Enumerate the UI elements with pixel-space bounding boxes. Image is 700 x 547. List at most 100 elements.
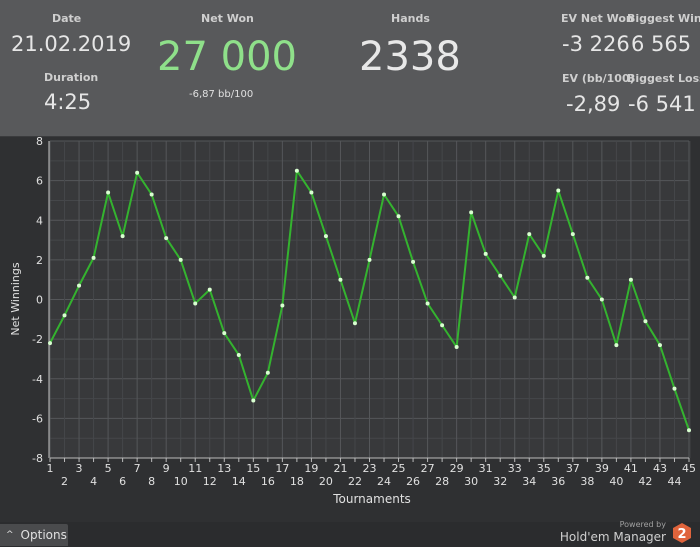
data-point: [570, 232, 575, 237]
y-tick-label: 0: [36, 294, 43, 307]
data-point: [425, 301, 430, 306]
x-tick-label: 36: [551, 475, 565, 488]
data-point: [527, 232, 532, 237]
x-tick-label: 7: [134, 462, 141, 475]
biggest-win-label: Biggest Win: [627, 12, 700, 25]
hands-value: 2338: [359, 34, 461, 80]
data-point: [614, 343, 619, 348]
x-tick-label: 2: [61, 475, 68, 488]
data-point: [294, 168, 299, 173]
data-point: [498, 273, 503, 278]
x-tick-label: 19: [304, 462, 318, 475]
x-tick-label: 6: [119, 475, 126, 488]
x-tick-label: 5: [105, 462, 112, 475]
y-axis-title: Net Winnings: [9, 262, 22, 335]
data-point: [411, 259, 416, 264]
x-tick-label: 22: [348, 475, 362, 488]
data-point: [251, 398, 256, 403]
data-point: [164, 236, 169, 241]
net-won-value: 27 000: [157, 34, 297, 80]
data-point: [120, 234, 125, 239]
net-won-label: Net Won: [201, 12, 254, 25]
x-tick-label: 28: [435, 475, 449, 488]
ev-bb100-label: EV (bb/100): [562, 72, 635, 85]
x-tick-label: 11: [188, 462, 202, 475]
data-point: [512, 295, 517, 300]
y-tick-label: 4: [36, 214, 43, 227]
data-point: [687, 428, 691, 433]
x-tick-label: 27: [421, 462, 435, 475]
x-tick-label: 35: [537, 462, 551, 475]
x-tick-label: 25: [392, 462, 406, 475]
data-point: [367, 257, 372, 262]
data-point: [193, 301, 198, 306]
x-tick-label: 18: [290, 475, 304, 488]
date-label: Date: [52, 12, 82, 25]
data-point: [135, 170, 140, 175]
ev-net-won-value: -3 226: [562, 32, 630, 56]
x-tick-label: 21: [333, 462, 347, 475]
x-tick-label: 32: [493, 475, 507, 488]
y-tick-label: 8: [36, 137, 43, 148]
data-point: [454, 345, 459, 350]
x-tick-label: 26: [406, 475, 420, 488]
x-tick-label: 9: [163, 462, 170, 475]
y-tick-label: -6: [32, 412, 43, 425]
biggest-loss-value: -6 541: [628, 92, 696, 116]
x-tick-label: 15: [246, 462, 260, 475]
biggest-loss-label: Biggest Loss: [627, 72, 700, 85]
y-tick-label: 6: [36, 175, 43, 188]
chevron-up-icon: ^: [6, 530, 14, 540]
data-point: [628, 277, 633, 282]
ev-bb100-value: -2,89: [566, 92, 621, 116]
data-point: [207, 287, 212, 292]
data-point: [91, 255, 96, 260]
data-point: [236, 352, 241, 357]
y-tick-label: -2: [32, 333, 43, 346]
data-point: [338, 277, 343, 282]
x-tick-label: 8: [148, 475, 155, 488]
stats-header: Date 21.02.2019 Duration 4:25 Net Won 27…: [0, 0, 700, 137]
x-tick-label: 43: [653, 462, 667, 475]
x-tick-label: 40: [609, 475, 623, 488]
x-tick-label: 39: [595, 462, 609, 475]
data-point: [77, 283, 82, 288]
data-point: [643, 319, 648, 324]
x-tick-label: 37: [566, 462, 580, 475]
net-winnings-chart: -8 -6 -4 -2 0 2 4 6 8 1 2 3 4 5 6 7 8 9 10 11 12 13 14 15 16 17 1…: [0, 135, 700, 522]
x-tick-label: 20: [319, 475, 333, 488]
x-tick-label: 17: [275, 462, 289, 475]
data-point: [48, 341, 52, 346]
x-tick-label: 12: [203, 475, 217, 488]
x-tick-label: 38: [580, 475, 594, 488]
y-tick-label: -8: [32, 452, 43, 465]
x-tick-label: 10: [174, 475, 188, 488]
x-tick-label: 44: [667, 475, 681, 488]
x-tick-label: 24: [377, 475, 391, 488]
x-tick-label: 1: [47, 462, 54, 475]
data-point: [265, 370, 270, 375]
data-point: [585, 275, 590, 280]
data-point: [657, 343, 662, 348]
chart-svg: -8-6-4-202468 12345678910111213141516171…: [0, 135, 700, 522]
options-label: Options: [20, 528, 67, 542]
date-value: 21.02.2019: [11, 32, 132, 56]
powered-by-brand: Powered by Hold'em Manager 2: [560, 514, 692, 544]
data-point: [541, 253, 546, 258]
x-tick-label: 31: [479, 462, 493, 475]
data-point: [309, 190, 314, 195]
y-tick-label: 2: [36, 254, 43, 267]
data-point: [323, 234, 328, 239]
data-point: [483, 251, 488, 256]
options-button[interactable]: ^ Options: [0, 524, 68, 546]
x-tick-label: 14: [232, 475, 246, 488]
product-name: Hold'em Manager: [559, 530, 666, 544]
biggest-win-value: 6 565: [631, 32, 692, 56]
data-point: [469, 210, 474, 215]
data-point: [62, 313, 67, 318]
ev-net-won-label: EV Net Won: [561, 12, 634, 25]
data-point: [440, 323, 445, 328]
x-tick-label: 45: [682, 462, 696, 475]
powered-by-text: Powered by: [619, 520, 666, 529]
x-tick-label: 4: [90, 475, 97, 488]
